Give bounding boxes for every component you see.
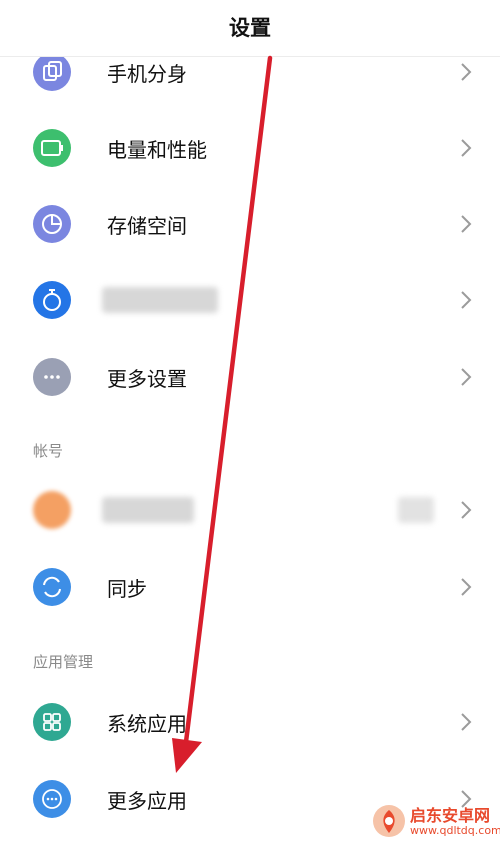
setting-label: 手机分身 [107, 62, 187, 86]
avatar [33, 491, 71, 529]
setting-item-storage[interactable]: 存储空间 [0, 194, 500, 254]
watermark-logo [373, 805, 405, 837]
page-title: 设置 [229, 16, 271, 40]
chevron-right-icon [461, 578, 472, 596]
chevron-right-icon [461, 501, 472, 519]
redacted-label [102, 287, 218, 313]
grid-icon [33, 703, 71, 741]
chevron-right-icon [461, 63, 472, 81]
setting-label: 同步 [107, 577, 147, 601]
ellipsis-icon [33, 358, 71, 396]
top-bar: 设置 [0, 0, 500, 57]
setting-item-battery[interactable]: 电量和性能 [0, 118, 500, 178]
redacted-value [398, 497, 434, 523]
chevron-right-icon [461, 713, 472, 731]
setting-label: 更多应用 [107, 789, 187, 813]
pie-chart-icon [33, 205, 71, 243]
setting-label: 电量和性能 [107, 138, 207, 162]
chevron-right-icon [461, 215, 472, 233]
chevron-right-icon [461, 291, 472, 309]
setting-label: 存储空间 [107, 214, 187, 238]
chevron-right-icon [461, 139, 472, 157]
watermark: 启东安卓网 www.qdltdq.com [368, 800, 500, 844]
chevron-right-icon [461, 368, 472, 386]
dots-circle-icon [33, 780, 71, 818]
account-item[interactable] [0, 480, 500, 540]
section-header-account: 帐号 [33, 442, 64, 460]
setting-label: 系统应用 [107, 712, 187, 736]
setting-label: 更多设置 [107, 367, 187, 391]
setting-item-more-settings[interactable]: 更多设置 [0, 347, 500, 407]
section-header-app-management: 应用管理 [33, 653, 94, 671]
setting-item-blurred[interactable] [0, 270, 500, 330]
account-item-sync[interactable]: 同步 [0, 557, 500, 617]
watermark-url: www.qdltdq.com [410, 824, 500, 837]
battery-icon [33, 129, 71, 167]
redacted-label [102, 497, 194, 523]
watermark-name: 启东安卓网 [410, 806, 491, 825]
clone-icon [33, 53, 71, 91]
stopwatch-icon [33, 281, 71, 319]
sync-icon [33, 568, 71, 606]
app-item-system-apps[interactable]: 系统应用 [0, 692, 500, 752]
